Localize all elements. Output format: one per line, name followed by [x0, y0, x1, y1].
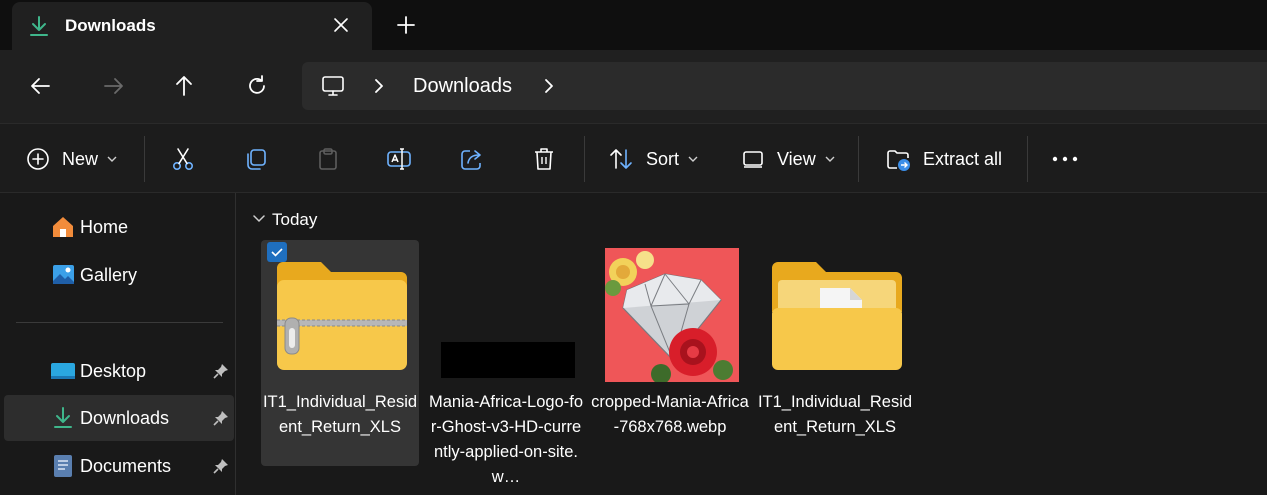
file-name[interactable]: IT1_Individual_Resident_Return_XLS — [756, 390, 914, 440]
view-label: View — [777, 148, 816, 169]
close-icon[interactable] — [330, 14, 352, 36]
trash-icon — [535, 148, 553, 170]
file-name[interactable]: cropped-Mania-Africa-768x768.webp — [591, 390, 749, 440]
sidebar-item-label: Home — [80, 217, 129, 237]
address-bar[interactable]: Downloads — [302, 62, 1267, 110]
delete-button[interactable] — [531, 124, 557, 194]
sidebar-divider — [16, 322, 223, 323]
chevron-down-icon — [825, 156, 835, 162]
forward-arrow-icon[interactable] — [99, 72, 127, 100]
scissors-icon — [172, 148, 194, 170]
sidebar-item-label: Documents — [80, 456, 172, 476]
gallery-icon — [53, 265, 74, 284]
file-item[interactable]: cropped-Mania-Africa-768x768.webp — [591, 240, 749, 466]
see-more-button[interactable] — [1052, 124, 1078, 194]
separator — [1027, 136, 1028, 182]
pin-icon[interactable] — [212, 362, 230, 380]
group-header-today[interactable]: Today — [272, 210, 317, 230]
refresh-icon[interactable] — [243, 72, 271, 100]
zip-folder-icon — [277, 262, 407, 370]
paste-button[interactable] — [315, 124, 341, 194]
file-item[interactable]: Mania-Africa-Logo-for-Ghost-v3-HD-curren… — [427, 240, 585, 486]
file-item[interactable]: IT1_Individual_Resident_Return_XLS — [756, 240, 914, 466]
sidebar-item-downloads[interactable]: Downloads — [4, 395, 234, 441]
sidebar-item-label: Downloads — [80, 408, 170, 428]
this-pc-icon[interactable] — [320, 74, 346, 98]
navigation-bar: Downloads — [0, 50, 1267, 123]
file-item[interactable]: IT1_Individual_Resident_Return_XLS — [261, 240, 419, 466]
sidebar-item-home[interactable]: Home — [4, 204, 234, 250]
pin-icon[interactable] — [212, 409, 230, 427]
desktop-icon — [51, 363, 75, 379]
rename-icon — [387, 148, 411, 170]
breadcrumb-chevron-icon[interactable] — [370, 77, 388, 95]
extract-folder-icon — [887, 150, 910, 171]
new-label: New — [62, 148, 99, 169]
breadcrumb-downloads[interactable]: Downloads — [413, 75, 512, 98]
more-icon — [1052, 156, 1078, 162]
sort-icon — [610, 149, 632, 169]
documents-icon — [54, 455, 72, 477]
back-arrow-icon[interactable] — [27, 72, 55, 100]
new-tab-icon[interactable] — [395, 14, 417, 36]
tab-title: Downloads — [65, 16, 156, 35]
folder-icon — [772, 262, 902, 370]
file-view: Today IT1_Individual_Resident_Return_XLS… — [237, 193, 1267, 495]
sidebar-item-documents[interactable]: Documents — [4, 443, 234, 489]
sidebar-item-gallery[interactable]: Gallery — [4, 252, 234, 298]
tab-downloads[interactable]: Downloads — [12, 2, 372, 50]
separator — [858, 136, 859, 182]
file-name[interactable]: Mania-Africa-Logo-for-Ghost-v3-HD-curren… — [427, 390, 585, 490]
share-icon — [461, 150, 481, 170]
pin-icon[interactable] — [212, 457, 230, 475]
download-icon — [30, 16, 48, 36]
home-icon — [53, 217, 73, 237]
tab-strip: Downloads — [0, 0, 1267, 50]
share-button[interactable] — [459, 124, 485, 194]
sort-button[interactable]: Sort — [608, 124, 699, 194]
copy-button[interactable] — [243, 124, 269, 194]
extract-all-label: Extract all — [923, 148, 1003, 169]
image-thumbnail — [441, 342, 575, 378]
download-icon — [54, 407, 72, 428]
file-name[interactable]: IT1_Individual_Resident_Return_XLS — [261, 390, 419, 440]
separator — [144, 136, 145, 182]
image-thumbnail — [605, 248, 739, 382]
view-button[interactable]: View — [741, 124, 836, 194]
separator — [584, 136, 585, 182]
command-bar: New Sort View Extract all — [0, 123, 1267, 193]
navigation-pane: Home Gallery Desktop Downloads Documents — [0, 193, 236, 495]
sort-label: Sort — [646, 148, 680, 169]
extract-all-button[interactable]: Extract all — [885, 124, 1002, 194]
clipboard-icon — [319, 148, 337, 170]
cut-button[interactable] — [170, 124, 196, 194]
new-button[interactable]: New — [26, 124, 118, 194]
chevron-down-icon — [107, 156, 117, 162]
add-circle-icon — [27, 148, 49, 170]
copy-icon — [247, 149, 266, 170]
sidebar-item-label: Desktop — [80, 361, 147, 381]
sidebar-item-label: Gallery — [80, 265, 138, 285]
view-icon — [743, 151, 763, 168]
chevron-down-icon — [688, 156, 698, 162]
rename-button[interactable] — [386, 124, 412, 194]
breadcrumb-chevron-icon[interactable] — [540, 77, 558, 95]
up-arrow-icon[interactable] — [170, 72, 198, 100]
sidebar-item-desktop[interactable]: Desktop — [4, 348, 234, 394]
chevron-down-icon[interactable] — [251, 211, 267, 227]
